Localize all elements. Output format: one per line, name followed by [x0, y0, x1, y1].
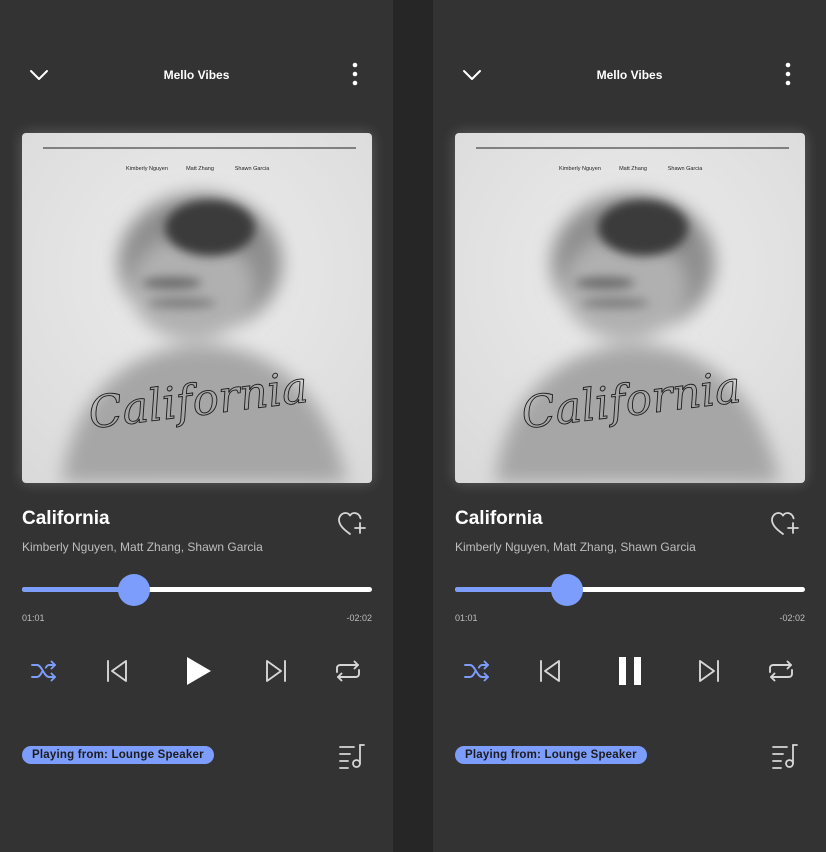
- remaining-time: -02:02: [346, 613, 372, 623]
- shuffle-icon: [31, 660, 56, 682]
- remaining-time: -02:02: [779, 613, 805, 623]
- cover-credit: Kimberly Nguyen: [559, 166, 601, 172]
- repeat-button[interactable]: [761, 652, 801, 690]
- progress-thumb[interactable]: [551, 574, 583, 606]
- song-artists: Kimberly Nguyen, Matt Zhang, Shawn Garci…: [22, 540, 263, 554]
- heart-add-icon: [771, 512, 799, 535]
- shuffle-button[interactable]: [24, 652, 64, 690]
- song-title: California: [22, 508, 110, 529]
- more-vertical-icon: [785, 62, 791, 86]
- cover-credit: Matt Zhang: [186, 166, 214, 172]
- playlist-title: Mello Vibes: [596, 68, 663, 82]
- playback-source-badge[interactable]: Playing from: Lounge Speaker: [22, 746, 214, 764]
- progress-bar[interactable]: [455, 574, 805, 606]
- cover-credit: Kimberly Nguyen: [126, 166, 168, 172]
- queue-button[interactable]: [336, 742, 366, 770]
- player-screen-playing: Mello Vibes Kimberly Nguyen Matt Zhang S…: [433, 0, 826, 852]
- skip-next-icon: [699, 660, 719, 682]
- heart-add-icon: [338, 512, 366, 535]
- progress-bar[interactable]: [22, 574, 372, 606]
- album-cover: Kimberly Nguyen Matt Zhang Shawn Garcia …: [22, 133, 372, 483]
- previous-button[interactable]: [530, 652, 570, 690]
- next-button[interactable]: [689, 652, 729, 690]
- repeat-icon: [336, 660, 360, 682]
- add-favorite-button[interactable]: [336, 510, 368, 538]
- pause-icon: [619, 657, 641, 685]
- more-vertical-icon: [352, 62, 358, 86]
- skip-next-icon: [266, 660, 286, 682]
- elapsed-time: 01:01: [455, 613, 478, 623]
- queue-music-icon: [339, 744, 365, 769]
- cover-credit: Shawn Garcia: [235, 166, 270, 172]
- shuffle-icon: [464, 660, 489, 682]
- shuffle-button[interactable]: [457, 652, 497, 690]
- repeat-icon: [769, 660, 793, 682]
- skip-previous-icon: [107, 660, 127, 682]
- screen-divider: [393, 0, 433, 852]
- repeat-button[interactable]: [328, 652, 368, 690]
- next-button[interactable]: [256, 652, 296, 690]
- more-options-button[interactable]: [342, 60, 368, 88]
- progress-thumb[interactable]: [118, 574, 150, 606]
- add-favorite-button[interactable]: [769, 510, 801, 538]
- song-artists: Kimberly Nguyen, Matt Zhang, Shawn Garci…: [455, 540, 696, 554]
- pause-button[interactable]: [610, 652, 650, 690]
- playback-source-badge[interactable]: Playing from: Lounge Speaker: [455, 746, 647, 764]
- cover-credit: Shawn Garcia: [668, 166, 703, 172]
- play-button[interactable]: [178, 652, 218, 690]
- queue-music-icon: [772, 744, 798, 769]
- elapsed-time: 01:01: [22, 613, 45, 623]
- player-screen-paused: Mello Vibes Kimberly Nguyen Matt Zhang S…: [0, 0, 393, 852]
- more-options-button[interactable]: [775, 60, 801, 88]
- queue-button[interactable]: [769, 742, 799, 770]
- cover-credit: Matt Zhang: [619, 166, 647, 172]
- song-title: California: [455, 508, 543, 529]
- skip-previous-icon: [540, 660, 560, 682]
- playlist-title: Mello Vibes: [163, 68, 230, 82]
- previous-button[interactable]: [97, 652, 137, 690]
- play-icon: [187, 657, 211, 685]
- album-cover: Kimberly Nguyen Matt Zhang Shawn Garcia …: [455, 133, 805, 483]
